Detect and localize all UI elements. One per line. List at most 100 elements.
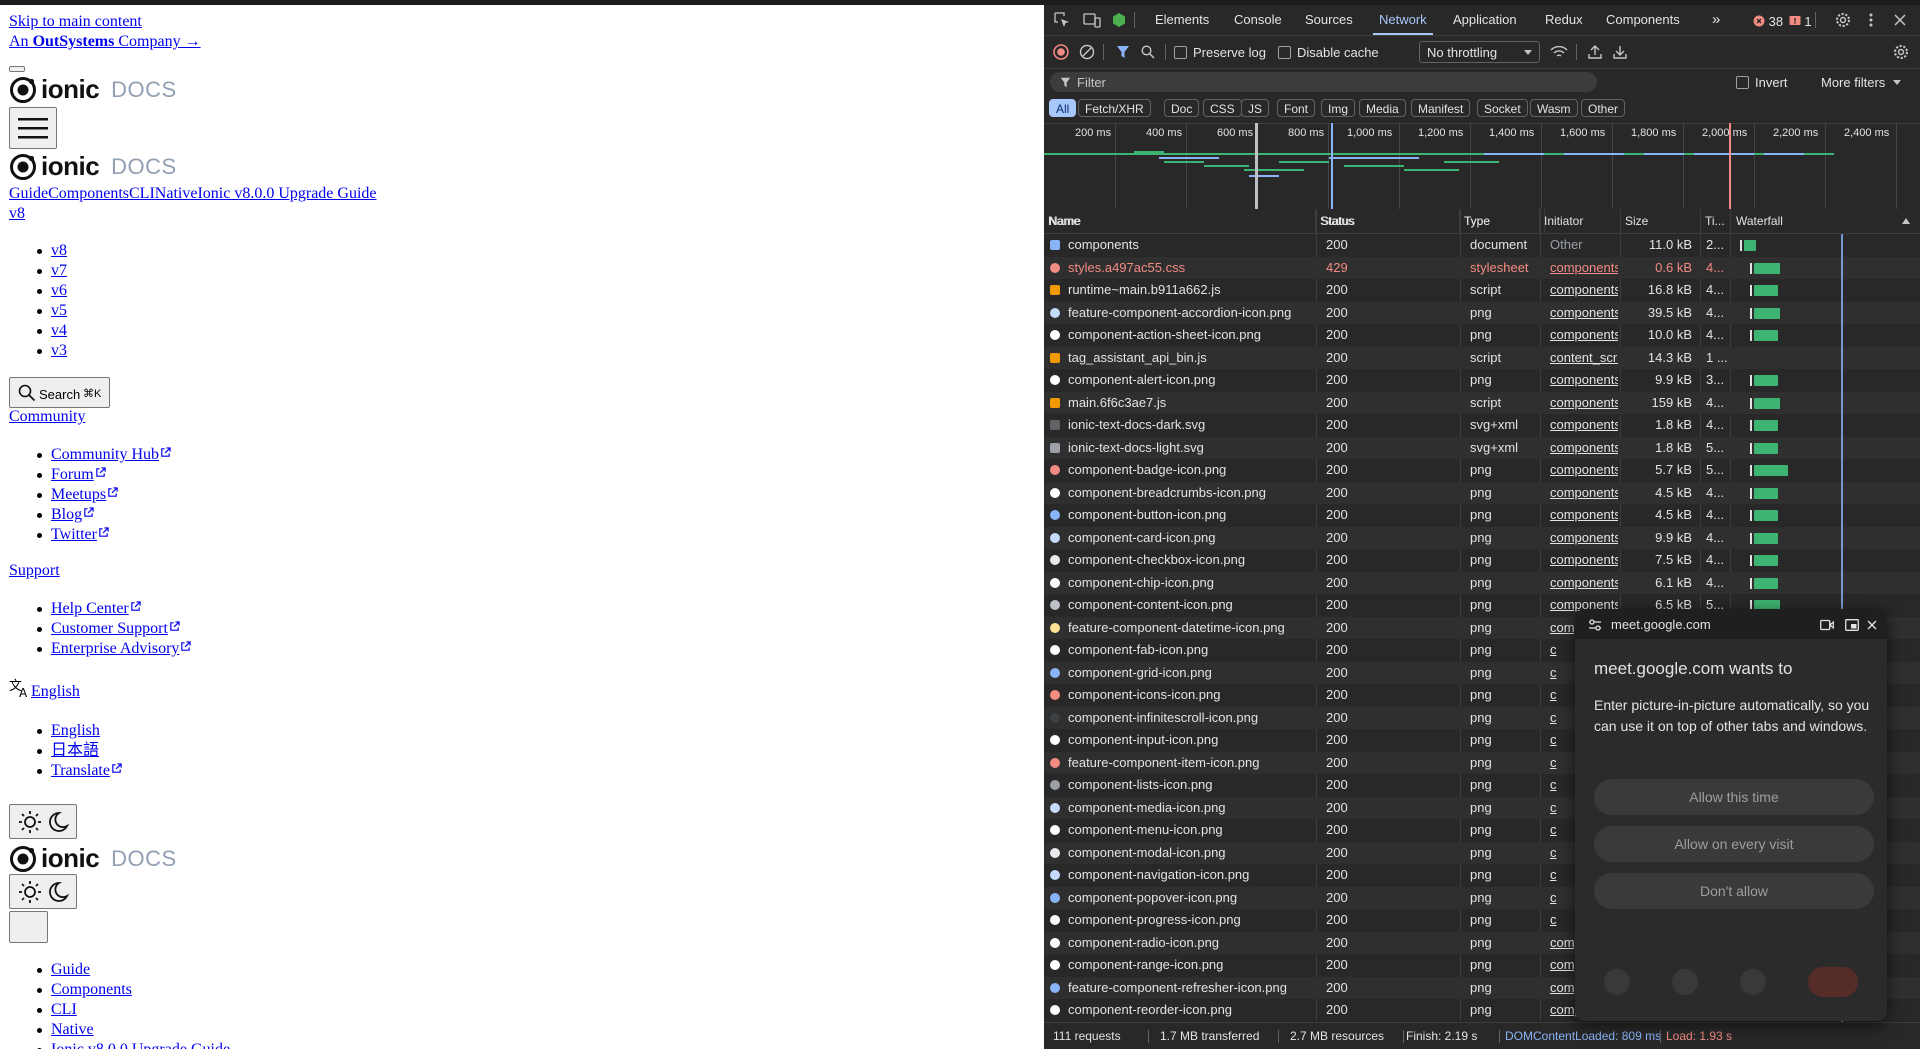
request-initiator[interactable]: components:23 xyxy=(1550,324,1618,347)
column-name-label[interactable]: Name xyxy=(1049,214,1081,228)
nav-native[interactable]: Native xyxy=(155,185,198,202)
request-initiator[interactable]: components:23 xyxy=(1550,482,1618,505)
table-row[interactable]: component-checkbox-icon.png 200 png compone… xyxy=(1044,549,1920,572)
table-row[interactable]: feature-component-accordion-icon.png 200 p… xyxy=(1044,301,1920,325)
invert-checkbox[interactable]: Invert xyxy=(1736,75,1788,90)
menu-toggle-button[interactable] xyxy=(9,107,57,149)
filter-input[interactable]: Filter xyxy=(1050,72,1597,92)
tab-console[interactable]: Console xyxy=(1234,5,1282,35)
type-filter-socket[interactable]: Socket xyxy=(1477,99,1528,117)
request-initiator[interactable]: components:14 xyxy=(1550,392,1618,415)
table-row[interactable]: runtime~main.b911a662.js 200 script compone… xyxy=(1044,279,1920,302)
export-har-icon[interactable] xyxy=(1613,45,1627,59)
network-overview-timeline[interactable]: 200 ms 400 ms 600 ms 800 ms 1,000 ms 1,2… xyxy=(1044,123,1920,210)
back-to-tab-icon[interactable] xyxy=(1845,619,1859,631)
table-row[interactable]: main.6f6c3ae7.js 200 script components:14 15… xyxy=(1044,391,1920,415)
tab-elements[interactable]: Elements xyxy=(1155,5,1209,35)
settings-gear-icon[interactable] xyxy=(1835,12,1851,28)
tab-components[interactable]: Components xyxy=(1606,5,1680,35)
disable-cache-checkbox[interactable]: Disable cache xyxy=(1278,45,1379,60)
announcement-close-button[interactable] xyxy=(9,66,25,72)
column-status-label[interactable]: Status xyxy=(1321,214,1355,228)
version-link[interactable]: v4 xyxy=(51,322,67,339)
table-row[interactable]: component-button-icon.png 200 png component… xyxy=(1044,504,1920,527)
type-filter-font[interactable]: Font xyxy=(1277,99,1316,117)
request-initiator[interactable]: components:23 xyxy=(1550,369,1618,392)
search-button[interactable]: Search ⌘K xyxy=(9,377,110,408)
request-initiator[interactable]: Other xyxy=(1550,234,1618,257)
community-hub-link[interactable]: Community Hub xyxy=(51,446,171,463)
community-dropdown[interactable]: Community xyxy=(9,408,85,426)
column-size-label[interactable]: Size xyxy=(1625,214,1648,228)
tab-redux[interactable]: Redux xyxy=(1545,5,1583,35)
help-center-link[interactable]: Help Center xyxy=(51,600,141,617)
type-filter-css[interactable]: CSS xyxy=(1203,99,1242,117)
type-filter-all[interactable]: All xyxy=(1049,99,1077,117)
column-time-label[interactable]: Ti... xyxy=(1705,214,1725,228)
language-english-link[interactable]: English xyxy=(51,722,100,739)
theme-toggle-button[interactable] xyxy=(9,804,77,839)
request-initiator[interactable]: components:23 xyxy=(1550,527,1618,550)
request-initiator[interactable]: components:23 xyxy=(1550,572,1618,595)
overview-selection-marker[interactable] xyxy=(1255,123,1258,209)
type-filter-img[interactable]: Img xyxy=(1321,99,1356,117)
close-devtools-icon[interactable] xyxy=(1894,14,1906,26)
bottom-nav-components[interactable]: Components xyxy=(51,981,132,998)
company-link[interactable]: An OutSystems Company → xyxy=(9,33,201,51)
type-filter-manifest[interactable]: Manifest xyxy=(1411,99,1471,117)
inspect-element-icon[interactable] xyxy=(1054,12,1070,28)
network-conditions-icon[interactable] xyxy=(1550,45,1568,59)
sidebar-toggle-button[interactable] xyxy=(9,911,48,943)
table-row[interactable]: component-action-sheet-icon.png 200 png com… xyxy=(1044,324,1920,347)
nav-guide[interactable]: Guide xyxy=(9,185,48,202)
type-filter-js[interactable]: JS xyxy=(1241,99,1270,117)
type-filter-media[interactable]: Media xyxy=(1359,99,1406,117)
enterprise-advisory-link[interactable]: Enterprise Advisory xyxy=(51,640,192,657)
table-row[interactable]: component-card-icon.png 200 png components:… xyxy=(1044,526,1920,550)
more-filters-dropdown[interactable]: More filters xyxy=(1821,75,1901,90)
table-row[interactable]: component-alert-icon.png 200 png components… xyxy=(1044,369,1920,392)
type-filter-doc[interactable]: Doc xyxy=(1164,99,1200,117)
clear-icon[interactable] xyxy=(1079,44,1095,60)
error-counter[interactable]: 38 1 xyxy=(1753,14,1812,29)
column-initiator-label[interactable]: Initiator xyxy=(1544,214,1583,228)
request-initiator[interactable]: components:23 xyxy=(1550,302,1618,325)
video-camera-icon[interactable] xyxy=(1820,619,1834,631)
version-link[interactable]: v8 xyxy=(51,242,67,259)
bottom-nav-upgrade-guide[interactable]: Ionic v8.0.0 Upgrade Guide xyxy=(51,1041,230,1049)
logo-navbar[interactable]: ionic DOCS xyxy=(9,151,177,182)
nav-upgrade-guide[interactable]: Ionic v8.0.0 Upgrade Guide xyxy=(197,185,376,202)
filter-funnel-icon[interactable] xyxy=(1116,45,1130,59)
request-initiator[interactable]: components:20 xyxy=(1550,414,1618,437)
dont-allow-button[interactable]: Don't allow xyxy=(1594,873,1874,909)
version-link[interactable]: v6 xyxy=(51,282,67,299)
tab-sources[interactable]: Sources xyxy=(1305,5,1353,35)
table-row[interactable]: component-breadcrumbs-icon.png 200 png comp… xyxy=(1044,481,1920,505)
theme-toggle-button-2[interactable] xyxy=(9,874,77,909)
table-row[interactable]: ionic-text-docs-light.svg 200 svg+xml compo… xyxy=(1044,436,1920,459)
type-filter-fetch-xhr[interactable]: Fetch/XHR xyxy=(1078,99,1151,117)
forum-link[interactable]: Forum xyxy=(51,466,106,483)
version-link[interactable]: v3 xyxy=(51,342,67,359)
table-row[interactable]: component-badge-icon.png 200 png components… xyxy=(1044,459,1920,482)
nav-cli[interactable]: CLI xyxy=(129,185,155,202)
type-filter-other[interactable]: Other xyxy=(1581,99,1626,117)
logo-footer[interactable]: ionic DOCS xyxy=(9,843,177,874)
network-settings-icon[interactable] xyxy=(1893,44,1909,60)
allow-every-visit-button[interactable]: Allow on every visit xyxy=(1594,826,1874,862)
bottom-nav-native[interactable]: Native xyxy=(51,1021,94,1038)
tab-application[interactable]: Application xyxy=(1453,5,1517,35)
allow-this-time-button[interactable]: Allow this time xyxy=(1594,779,1874,815)
support-dropdown[interactable]: Support xyxy=(9,562,60,580)
sort-ascending-icon[interactable] xyxy=(1902,218,1910,224)
twitter-link[interactable]: Twitter xyxy=(51,526,109,543)
record-stop-icon[interactable] xyxy=(1053,44,1069,60)
request-initiator[interactable]: components:23 xyxy=(1550,504,1618,527)
version-dropdown[interactable]: v8 xyxy=(9,205,25,223)
more-options-icon[interactable] xyxy=(1868,12,1874,28)
preserve-log-checkbox[interactable]: Preserve log xyxy=(1174,45,1266,60)
bottom-nav-cli[interactable]: CLI xyxy=(51,1001,77,1018)
more-tabs-button[interactable]: » xyxy=(1712,5,1720,35)
request-initiator[interactable]: components:23 xyxy=(1550,459,1618,482)
version-link[interactable]: v7 xyxy=(51,262,67,279)
